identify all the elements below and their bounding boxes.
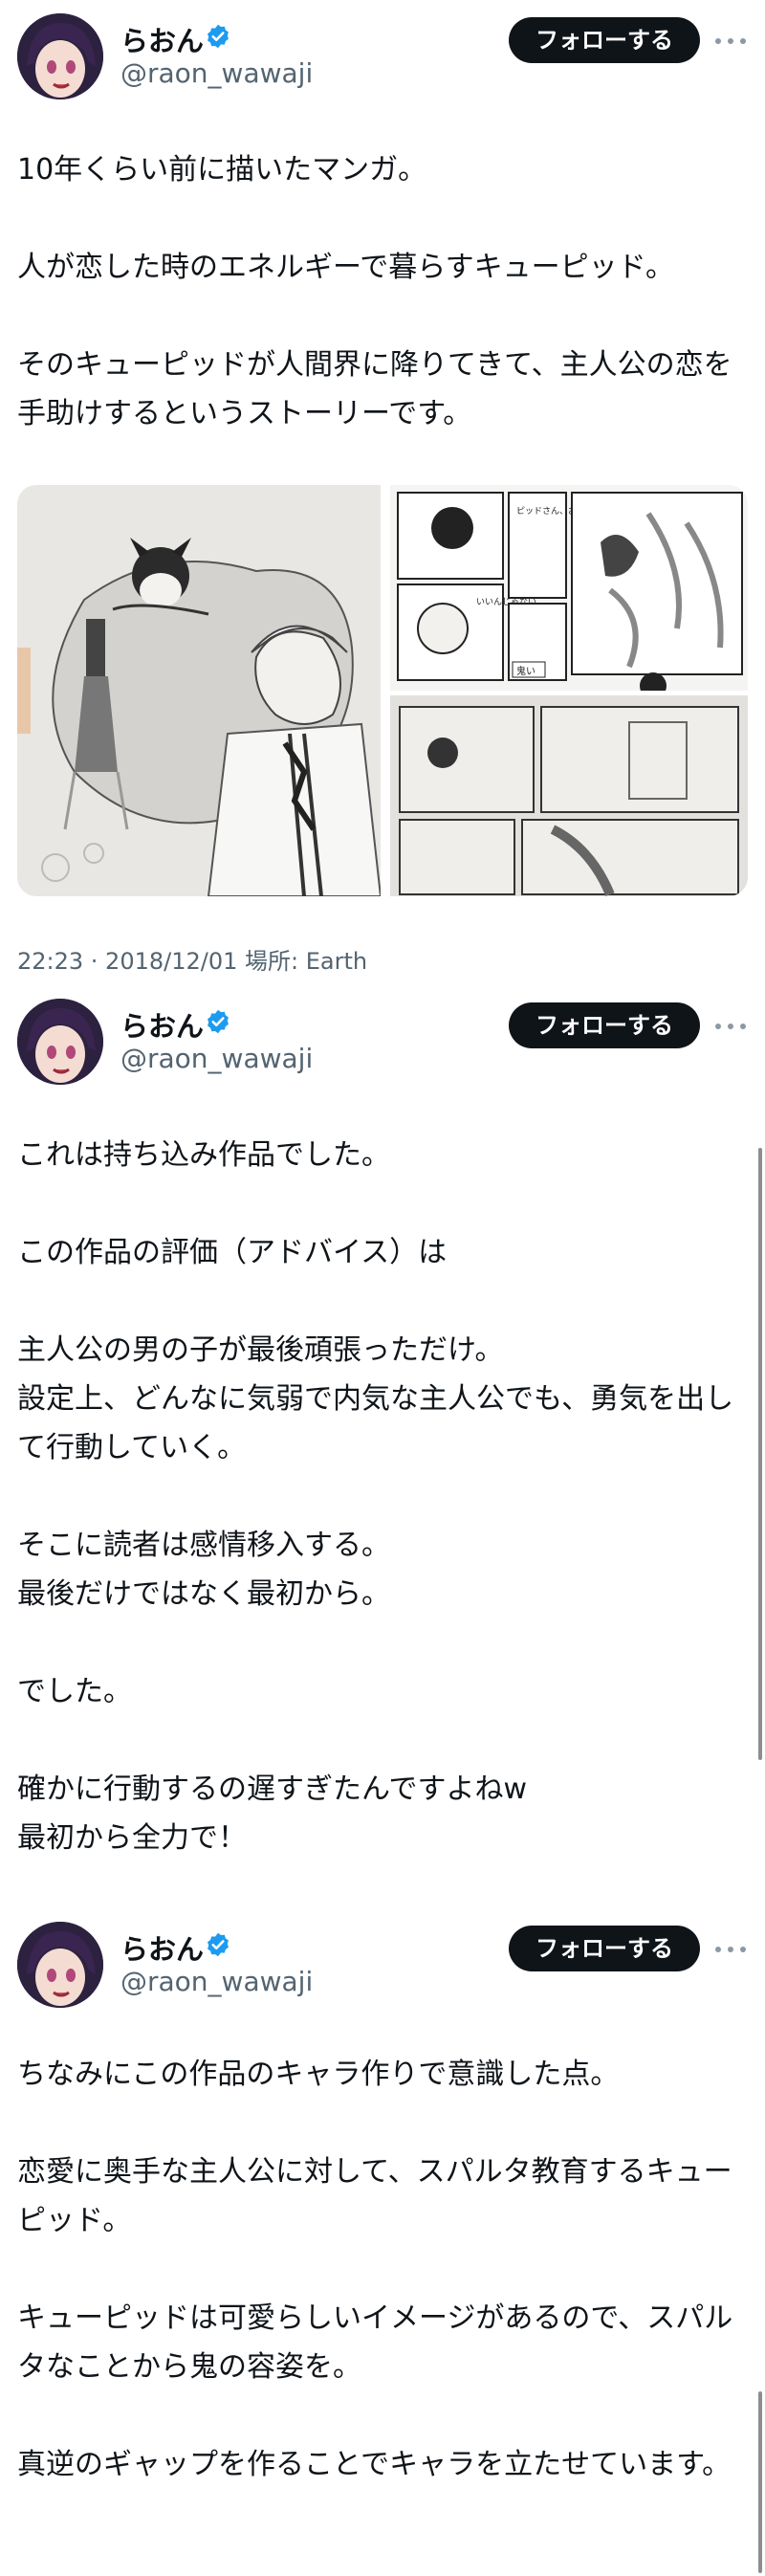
tweet-2: らおん @raon_wawaji フォローする これは持ち込み作品でした。 この… bbox=[0, 985, 765, 1904]
follow-button[interactable]: フォローする bbox=[509, 1926, 700, 1971]
tweet-3: らおん @raon_wawaji フォローする ちなみにこの作品のキャラ作りで意… bbox=[0, 1908, 765, 2576]
tweet-header: らおん @raon_wawaji フォローする bbox=[0, 0, 765, 99]
handle[interactable]: @raon_wawaji bbox=[120, 1043, 313, 1074]
handle[interactable]: @raon_wawaji bbox=[120, 57, 313, 89]
tweet-text: 10年くらい前に描いたマンガ。 人が恋した時のエネルギーで暮らすキューピッド。 … bbox=[17, 153, 732, 430]
verified-badge-icon bbox=[208, 1932, 229, 1957]
tweet-1: らおん @raon_wawaji フォローする 10年くらい前に描いたマンガ。 … bbox=[0, 0, 765, 985]
tweet-timestamp[interactable]: 22:23 · 2018/12/01 場所: Earth bbox=[17, 942, 367, 976]
avatar[interactable] bbox=[17, 1922, 103, 2008]
display-name[interactable]: らおん bbox=[120, 1004, 204, 1045]
verified-badge-icon bbox=[208, 24, 229, 49]
tweet-text: ちなみにこの作品のキャラ作りで意識した点。 恋愛に奥手な主人公に対して、スパルタ… bbox=[17, 2058, 733, 2481]
more-horizontal-icon[interactable] bbox=[711, 1931, 750, 1966]
manga-cover-image bbox=[17, 485, 382, 896]
avatar[interactable] bbox=[17, 999, 103, 1085]
more-horizontal-icon[interactable] bbox=[711, 1008, 750, 1043]
tweet-media[interactable]: ピッドさん、お願い いいんじゃない 鬼い bbox=[17, 485, 748, 896]
avatar[interactable] bbox=[17, 13, 103, 99]
handle[interactable]: @raon_wawaji bbox=[120, 1966, 313, 1997]
manga-page-image-1: ピッドさん、お願い いいんじゃない 鬼い bbox=[390, 485, 748, 699]
follow-button[interactable]: フォローする bbox=[509, 17, 700, 63]
display-name[interactable]: らおん bbox=[120, 19, 204, 59]
follow-button[interactable]: フォローする bbox=[509, 1002, 700, 1048]
manga-box-label: 鬼い bbox=[516, 665, 536, 677]
manga-page-image-2 bbox=[390, 695, 748, 896]
manga-images: ピッドさん、お願い いいんじゃない 鬼い bbox=[17, 485, 748, 896]
display-name[interactable]: らおん bbox=[120, 1927, 204, 1968]
more-horizontal-icon[interactable] bbox=[711, 23, 750, 57]
verified-badge-icon bbox=[208, 1009, 229, 1034]
tweet-text: これは持ち込み作品でした。 この作品の評価（アドバイス）は 主人公の男の子が最後… bbox=[17, 1138, 734, 1855]
tweet-header: らおん @raon_wawaji フォローする bbox=[0, 985, 765, 1085]
scrollbar-tweet-3[interactable] bbox=[758, 2391, 762, 2573]
tweet-header: らおん @raon_wawaji フォローする bbox=[0, 1908, 765, 2008]
scrollbar-tweet-2[interactable] bbox=[758, 1148, 762, 1760]
